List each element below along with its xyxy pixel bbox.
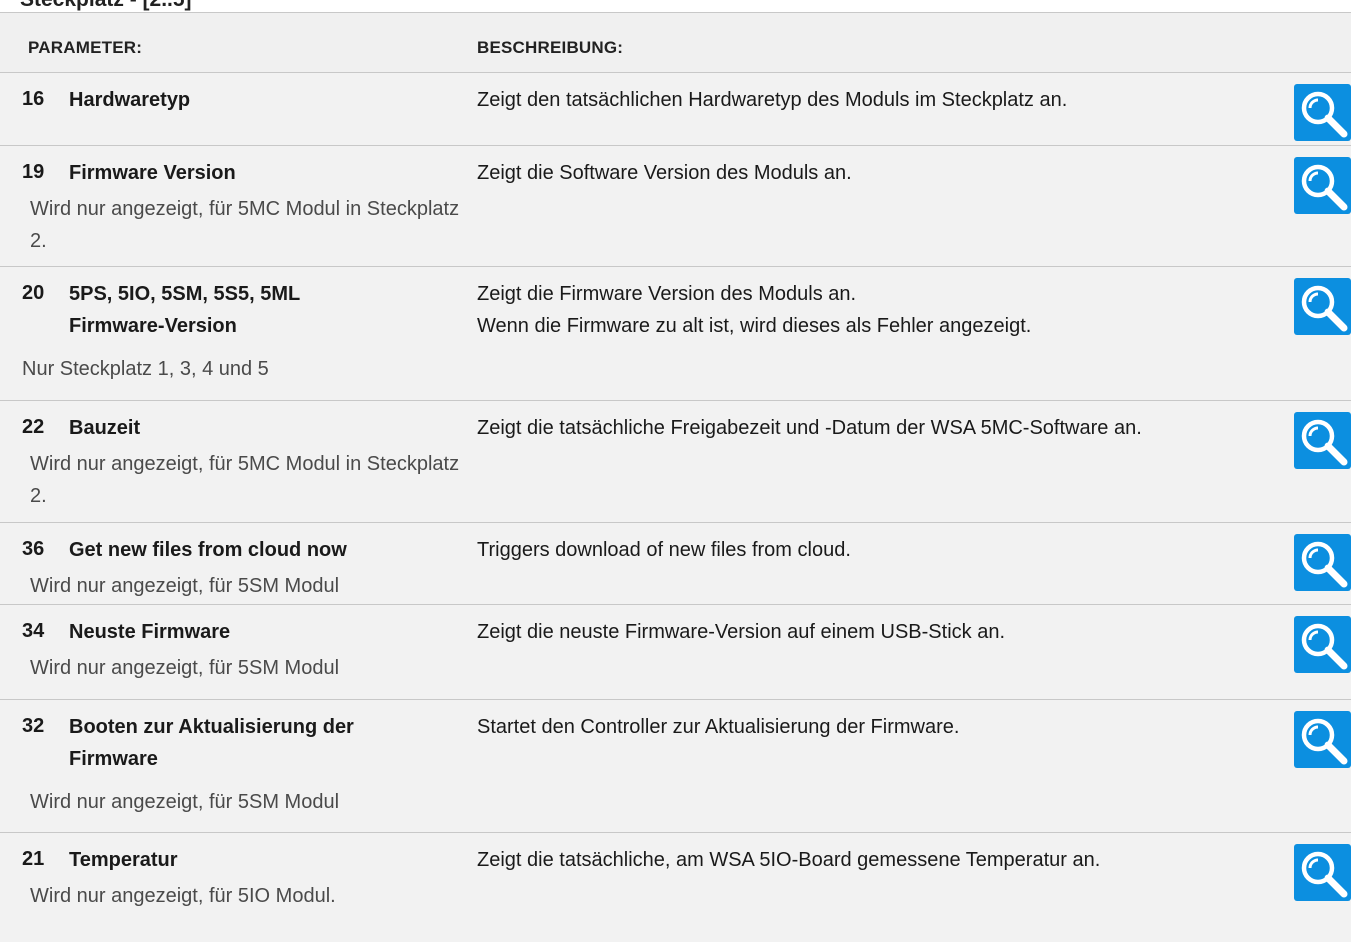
magnifier-icon[interactable]: [1294, 616, 1351, 673]
param-description: Zeigt den tatsächlichen Hardwaretyp des …: [477, 89, 1068, 111]
magnifier-icon[interactable]: [1294, 711, 1351, 768]
magnifier-icon[interactable]: [1294, 844, 1351, 901]
param-description: Zeigt die neuste Firmware-Version auf ei…: [477, 621, 1005, 643]
magnifier-icon[interactable]: [1294, 157, 1351, 214]
param-description: Zeigt die Firmware Version des Moduls an…: [477, 283, 1032, 337]
param-number: 20: [22, 282, 45, 304]
param-number: 22: [22, 416, 45, 438]
param-name: Get new files from cloud now: [69, 539, 347, 561]
table-header: PARAMETER: BESCHREIBUNG:: [0, 13, 1351, 72]
param-note: Wird nur angezeigt, für 5SM Modul: [30, 791, 340, 813]
param-description: Zeigt die tatsächliche, am WSA 5IO-Board…: [477, 849, 1101, 871]
param-number: 16: [22, 88, 45, 110]
table-row: 36 Get new files from cloud now Wird nur…: [0, 522, 1351, 605]
header-parameter: PARAMETER:: [28, 38, 143, 57]
magnifier-icon[interactable]: [1294, 534, 1351, 591]
param-note: Wird nur angezeigt, für 5MC Modul in Ste…: [30, 198, 460, 252]
param-name: Hardwaretyp: [69, 89, 191, 111]
param-name: Neuste Firmware: [69, 621, 231, 643]
table-row: 22 Bauzeit Wird nur angezeigt, für 5MC M…: [0, 400, 1351, 523]
param-note: Wird nur angezeigt, für 5IO Modul.: [30, 885, 336, 907]
param-description: Triggers download of new files from clou…: [477, 539, 851, 561]
magnifier-icon[interactable]: [1294, 412, 1351, 469]
table-row: 21 Temperatur Wird nur angezeigt, für 5I…: [0, 832, 1351, 942]
parameter-table: PARAMETER: BESCHREIBUNG: 16 Hardwaretyp …: [0, 12, 1351, 942]
magnifier-icon[interactable]: [1294, 84, 1351, 141]
table-row: 32 Booten zur Aktualisierung der Firmwar…: [0, 699, 1351, 833]
param-name: Temperatur: [69, 849, 178, 871]
param-name: 5PS, 5IO, 5SM, 5S5, 5ML Firmware-Version: [69, 283, 300, 337]
param-note: Wird nur angezeigt, für 5SM Modul: [30, 575, 340, 597]
table-row: 34 Neuste Firmware Wird nur angezeigt, f…: [0, 604, 1351, 700]
param-number: 21: [22, 848, 45, 870]
param-name: Bauzeit: [69, 417, 141, 439]
param-name: Booten zur Aktualisierung der Firmware: [69, 716, 354, 770]
table-row: 19 Firmware Version Wird nur angezeigt, …: [0, 145, 1351, 267]
param-description: Zeigt die tatsächliche Freigabezeit und …: [477, 417, 1142, 439]
section-title: Steckplatz - [2..5]: [20, 0, 192, 12]
param-note: Wird nur angezeigt, für 5MC Modul in Ste…: [30, 453, 460, 507]
table-row: 16 Hardwaretyp Zeigt den tatsächlichen H…: [0, 72, 1351, 146]
param-name: Firmware Version: [69, 162, 236, 184]
param-description: Startet den Controller zur Aktualisierun…: [477, 716, 960, 738]
param-number: 36: [22, 538, 45, 560]
param-description: Zeigt die Software Version des Moduls an…: [477, 162, 852, 184]
param-number: 34: [22, 620, 45, 642]
param-note: Wird nur angezeigt, für 5SM Modul: [30, 657, 340, 679]
header-description: BESCHREIBUNG:: [477, 38, 624, 57]
table-row: 20 5PS, 5IO, 5SM, 5S5, 5ML Firmware-Vers…: [0, 266, 1351, 401]
param-number: 19: [22, 161, 45, 183]
magnifier-icon[interactable]: [1294, 278, 1351, 335]
param-number: 32: [22, 715, 45, 737]
param-note: Nur Steckplatz 1, 3, 4 und 5: [22, 358, 269, 380]
